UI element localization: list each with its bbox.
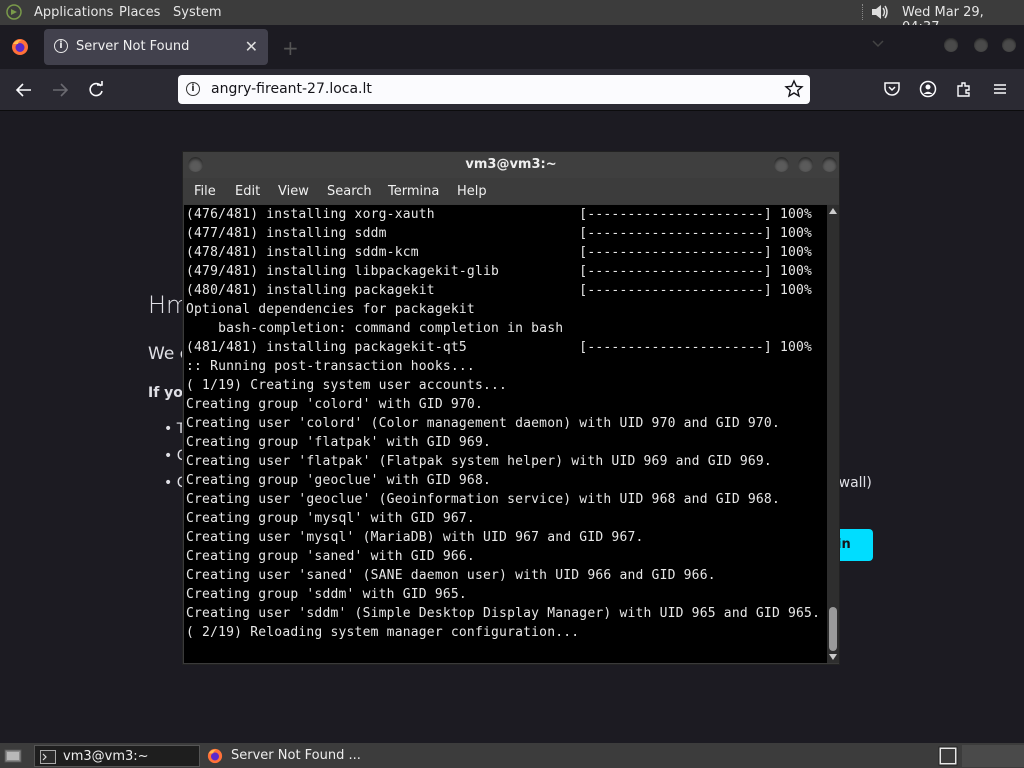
terminal-line: Creating user 'colord' (Color management…: [186, 416, 780, 431]
terminal-menu-edit[interactable]: Edit: [235, 184, 260, 199]
maximize-button[interactable]: [974, 38, 988, 52]
tab-title: Server Not Found: [76, 39, 190, 54]
reload-icon[interactable]: [86, 80, 106, 100]
url-text[interactable]: angry-fireant-27.loca.lt: [211, 81, 372, 97]
terminal-line: Creating user 'mysql' (MariaDB) with UID…: [186, 530, 644, 545]
terminal-menu-help[interactable]: Help: [457, 184, 487, 199]
scrollbar-thumb[interactable]: [829, 607, 837, 651]
taskbar-item-label: vm3@vm3:~: [63, 749, 149, 764]
terminal-line: Creating user 'sddm' (Simple Desktop Dis…: [186, 606, 821, 621]
minimize-button[interactable]: [944, 38, 958, 52]
terminal-line: Creating group 'flatpak' with GID 969.: [186, 435, 492, 450]
terminal-line: (480/481) installing packagekit [-------…: [186, 283, 813, 298]
terminal-menu-file[interactable]: File: [194, 184, 216, 199]
terminal-line: Optional dependencies for packagekit: [186, 302, 475, 317]
top-panel: Applications Places System Wed Mar 29, 0…: [0, 0, 1024, 35]
list-tabs-chevron-icon[interactable]: [872, 40, 884, 48]
terminal-window[interactable]: vm3@vm3:~ File Edit View Search Termina …: [182, 151, 840, 665]
terminal-maximize-button[interactable]: [798, 157, 813, 172]
terminal-line: Creating user 'saned' (SANE daemon user)…: [186, 568, 716, 583]
distro-logo-icon[interactable]: [6, 4, 22, 20]
terminal-line: Creating group 'sddm' with GID 965.: [186, 587, 467, 602]
terminal-menu-search[interactable]: Search: [327, 184, 372, 199]
terminal-line: Creating group 'mysql' with GID 967.: [186, 511, 475, 526]
extensions-puzzle-icon[interactable]: [955, 80, 973, 98]
terminal-line: Creating group 'colord' with GID 970.: [186, 397, 483, 412]
forward-arrow-icon[interactable]: [50, 80, 70, 100]
workspace-switcher-icon[interactable]: [938, 746, 958, 766]
terminal-line: Creating user 'flatpak' (Flatpak system …: [186, 454, 772, 469]
terminal-line: ( 2/19) Reloading system manager configu…: [186, 625, 580, 640]
terminal-output[interactable]: (476/481) installing xorg-xauth [-------…: [184, 205, 827, 663]
menu-system[interactable]: System: [173, 5, 221, 20]
menu-places[interactable]: Places: [119, 5, 160, 20]
terminal-line: (478/481) installing sddm-kcm [---------…: [186, 245, 813, 260]
bookmark-star-icon[interactable]: [784, 79, 804, 99]
terminal-line: ( 1/19) Creating system user accounts...: [186, 378, 508, 393]
scroll-up-arrow-icon[interactable]: [829, 208, 837, 214]
terminal-minimize-button[interactable]: [774, 157, 789, 172]
firefox-icon: [207, 748, 223, 764]
terminal-menubar: File Edit View Search Termina Help: [183, 178, 839, 204]
taskbar-item-label: Server Not Found ...: [231, 748, 361, 763]
error-suggestion-lead: If yo: [148, 385, 183, 401]
terminal-line: Creating group 'geoclue' with GID 968.: [186, 473, 492, 488]
tab-close-icon[interactable]: ✕: [245, 37, 258, 56]
terminal-line: (479/481) installing libpackagekit-glib …: [186, 264, 813, 279]
terminal-icon: [40, 750, 56, 764]
pocket-icon[interactable]: [883, 80, 901, 98]
terminal-line: (481/481) installing packagekit-qt5 [---…: [186, 340, 813, 355]
hamburger-menu-icon[interactable]: [991, 80, 1009, 98]
info-icon: i: [54, 39, 68, 53]
terminal-line: (477/481) installing sddm [-------------…: [186, 226, 813, 241]
terminal-menu-terminal[interactable]: Termina: [388, 184, 439, 199]
taskbar-item-firefox[interactable]: Server Not Found ...: [202, 745, 372, 767]
scroll-down-arrow-icon[interactable]: [829, 654, 837, 660]
firefox-icon[interactable]: [11, 38, 29, 56]
show-desktop-icon[interactable]: [4, 748, 22, 764]
menu-applications[interactable]: Applications: [34, 5, 113, 20]
terminal-line: Creating user 'geoclue' (Geoinformation …: [186, 492, 780, 507]
workspace-2[interactable]: [962, 745, 1024, 767]
terminal-close-button[interactable]: [822, 157, 837, 172]
volume-icon[interactable]: [870, 3, 890, 21]
panel-separator: [862, 4, 866, 20]
terminal-title: vm3@vm3:~: [465, 157, 557, 172]
terminal-line: :: Running post-transaction hooks...: [186, 359, 475, 374]
close-window-button[interactable]: [1002, 38, 1016, 52]
terminal-line: (476/481) installing xorg-xauth [-------…: [186, 207, 813, 222]
back-arrow-icon[interactable]: [14, 80, 34, 100]
site-info-icon[interactable]: i: [186, 82, 200, 96]
terminal-line: bash-completion: command completion in b…: [186, 321, 564, 336]
terminal-scrollbar[interactable]: [827, 205, 839, 663]
taskbar-item-terminal[interactable]: vm3@vm3:~: [34, 745, 200, 767]
new-tab-button[interactable]: +: [282, 36, 299, 60]
account-icon[interactable]: [919, 80, 937, 98]
terminal-line: Creating group 'saned' with GID 966.: [186, 549, 475, 564]
terminal-titlebar[interactable]: vm3@vm3:~: [183, 152, 839, 178]
tab-server-not-found[interactable]: i Server Not Found ✕: [44, 29, 268, 65]
terminal-menu-view[interactable]: View: [278, 184, 309, 199]
url-bar[interactable]: i angry-fireant-27.loca.lt: [178, 75, 810, 104]
